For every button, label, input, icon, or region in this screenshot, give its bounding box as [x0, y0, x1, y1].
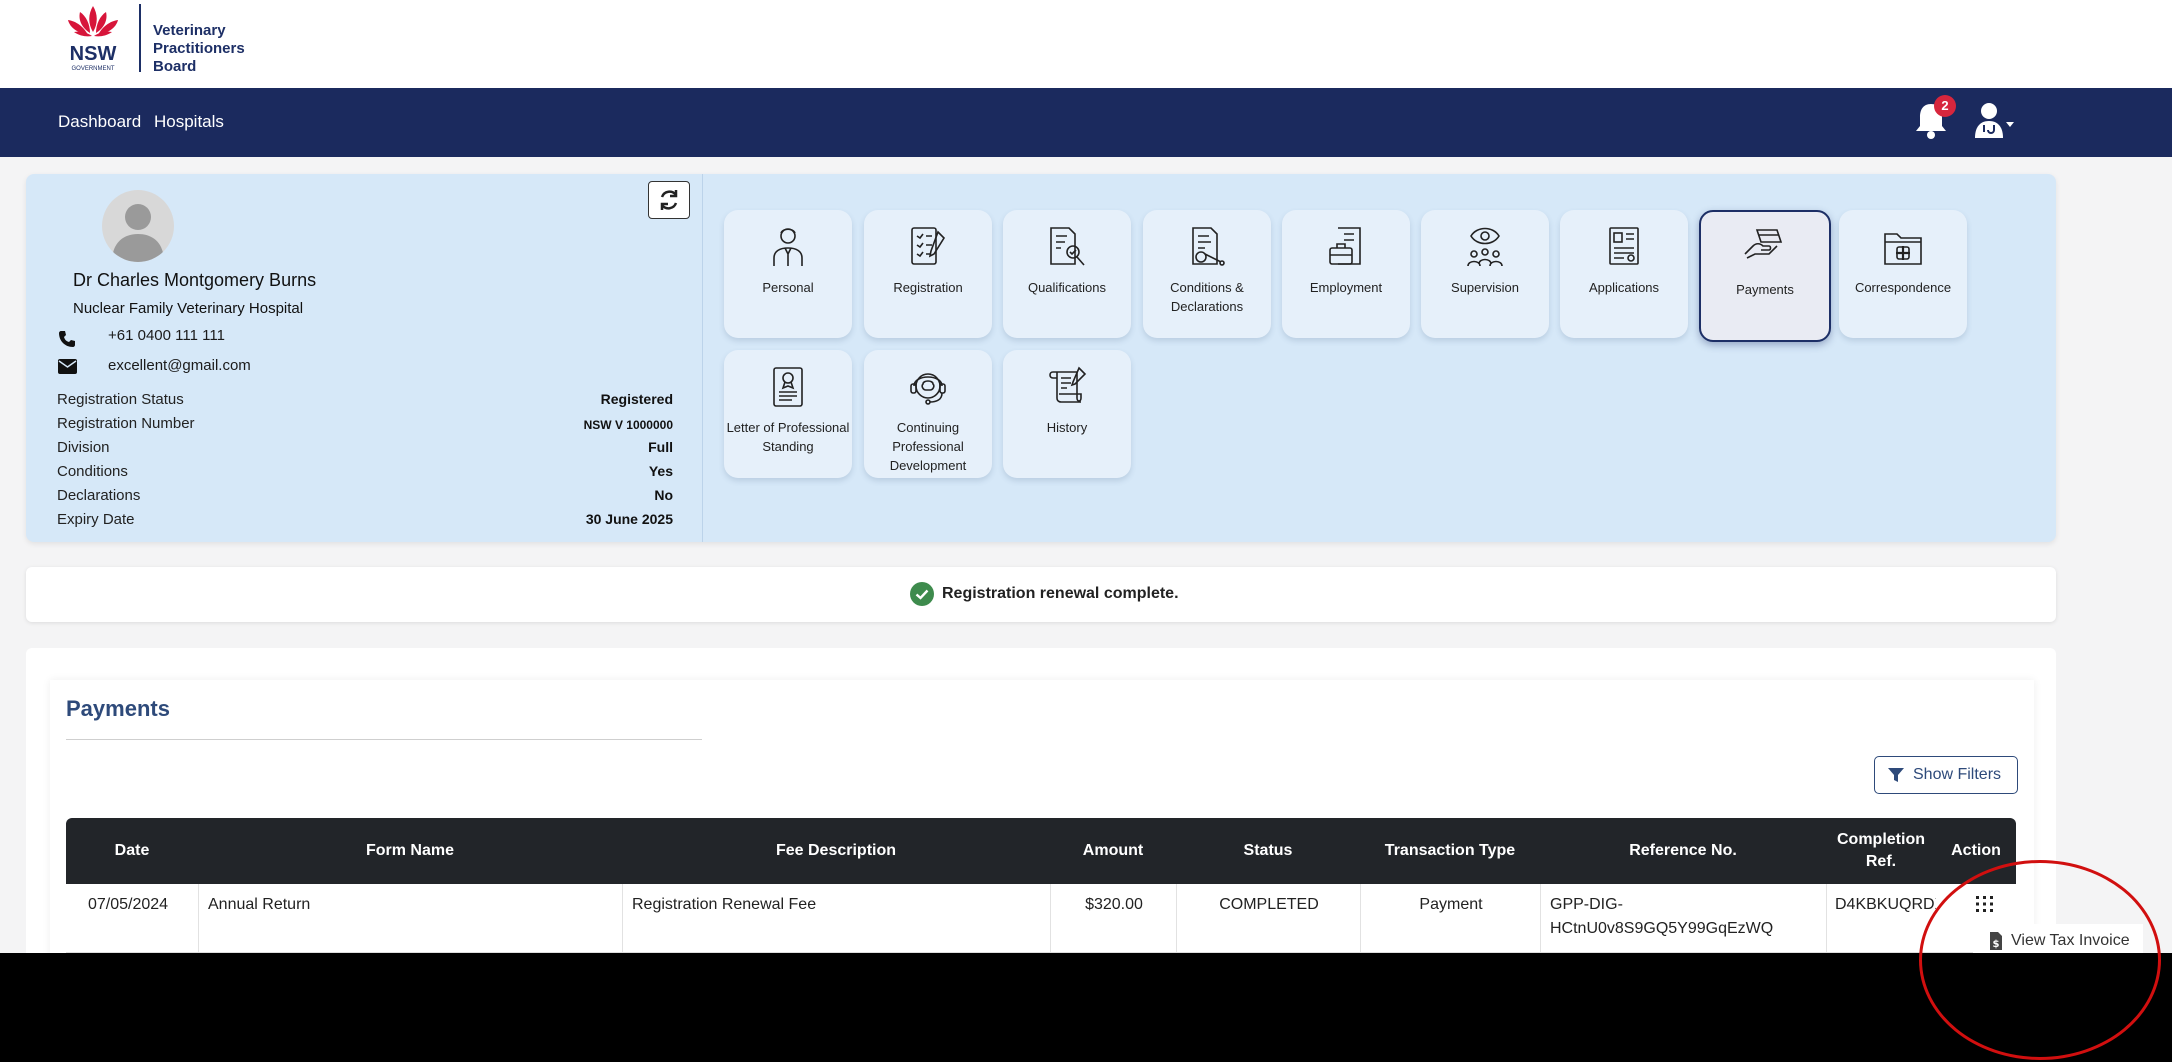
nav-hospitals[interactable]: Hospitals [154, 112, 224, 132]
detail-expiry-date: Expiry Date 30 June 2025 [57, 511, 673, 528]
detail-declarations: Declarations No [57, 487, 673, 504]
col-date[interactable]: Date [66, 818, 198, 884]
tile-payments[interactable]: Payments [1699, 210, 1831, 342]
cell-fee-description: Registration Renewal Fee [632, 896, 817, 913]
cell-completion-ref: D4KBKUQRDX [1835, 896, 1936, 913]
tile-conditions-declarations[interactable]: Conditions & Declarations [1143, 210, 1271, 338]
practitioner-hospital: Nuclear Family Veterinary Hospital [73, 300, 304, 317]
svg-text:NSW: NSW [70, 43, 117, 65]
svg-text:GOVERNMENT: GOVERNMENT [71, 66, 114, 72]
payments-table-header: Date Form Name Fee Description Amount St… [66, 818, 2016, 884]
board-name: Veterinary Practitioners Board [153, 22, 245, 75]
card-payment-icon [1744, 229, 1783, 259]
cell-amount: $320.00 [1085, 896, 1143, 913]
logo-divider [139, 4, 141, 72]
document-search-icon [1050, 227, 1085, 266]
check-circle-icon [910, 582, 934, 606]
tile-supervision[interactable]: Supervision [1421, 210, 1549, 338]
tile-continuing-professional-development[interactable]: Continuing Professional Development [864, 350, 992, 478]
detail-registration-number: Registration Number NSW V 1000000 [57, 415, 673, 432]
headset-brain-icon [910, 373, 946, 405]
nsw-waratah-logo[interactable]: NSW GOVERNMENT [58, 2, 128, 74]
filter-funnel-icon [1888, 768, 1904, 782]
cell-reference-line1: GPP-DIG- [1550, 896, 1623, 913]
notification-count-badge: 2 [1934, 95, 1956, 117]
col-amount[interactable]: Amount [1050, 818, 1176, 884]
tile-qualifications[interactable]: Qualifications [1003, 210, 1131, 338]
practitioner-email: excellent@gmail.com [108, 357, 251, 374]
cell-transaction-type: Payment [1419, 896, 1483, 913]
tile-letter-professional-standing[interactable]: Letter of Professional Standing [724, 350, 852, 478]
status-message: Registration renewal complete. [942, 585, 1179, 602]
tile-history[interactable]: History [1003, 350, 1131, 478]
cell-form-name: Annual Return [208, 896, 311, 913]
tile-personal[interactable]: Personal [724, 210, 852, 338]
certificate-icon [773, 367, 803, 407]
envelope-icon [58, 359, 77, 374]
application-form-icon [1609, 227, 1639, 265]
briefcase-document-icon [1329, 227, 1361, 265]
annotation-red-circle [1919, 860, 2161, 1060]
cell-status: COMPLETED [1219, 896, 1319, 913]
top-header [0, 0, 2172, 88]
table-row: 07/05/2024 Annual Return Registration Re… [66, 884, 2016, 953]
phone-icon [59, 331, 75, 347]
main-navbar [0, 88, 2172, 157]
payments-title: Payments [66, 696, 170, 721]
payments-title-underline [66, 739, 702, 740]
refresh-icon [660, 190, 678, 210]
folder-plus-icon [1884, 233, 1922, 265]
col-form-name[interactable]: Form Name [198, 818, 622, 884]
eye-group-icon [1467, 227, 1503, 267]
col-completion-ref[interactable]: Completion Ref. [1826, 818, 1936, 884]
practitioner-name: Dr Charles Montgomery Burns [73, 270, 317, 290]
tile-correspondence[interactable]: Correspondence [1839, 210, 1967, 338]
detail-division: Division Full [57, 439, 673, 456]
clipboard-pen-icon [911, 227, 946, 265]
detail-conditions: Conditions Yes [57, 463, 673, 480]
refresh-button[interactable] [648, 181, 690, 219]
practitioner-phone: +61 0400 111 111 [108, 327, 225, 344]
cell-reference-line2: HCtnU0v8S9GQ5Y99GqEzWQ [1550, 920, 1774, 937]
person-silhouette-icon [112, 204, 164, 262]
avatar [102, 190, 174, 262]
profile-divider [702, 174, 703, 542]
tile-applications[interactable]: Applications [1560, 210, 1688, 338]
screen-bottom-black-bar [0, 953, 2172, 1062]
cell-date: 07/05/2024 [88, 896, 169, 913]
nav-dashboard[interactable]: Dashboard [58, 112, 141, 132]
col-transaction-type[interactable]: Transaction Type [1360, 818, 1540, 884]
document-magnify-icon [1192, 227, 1225, 266]
tile-registration[interactable]: Registration [864, 210, 992, 338]
user-vet-menu-icon[interactable] [1972, 102, 2014, 140]
col-status[interactable]: Status [1176, 818, 1360, 884]
col-fee-description[interactable]: Fee Description [622, 818, 1050, 884]
col-reference-no[interactable]: Reference No. [1540, 818, 1826, 884]
person-icon [773, 228, 803, 266]
show-filters-button[interactable]: Show Filters [1874, 756, 2018, 794]
detail-registration-status: Registration Status Registered [57, 391, 673, 408]
tile-employment[interactable]: Employment [1282, 210, 1410, 338]
scroll-icon [1049, 366, 1087, 403]
